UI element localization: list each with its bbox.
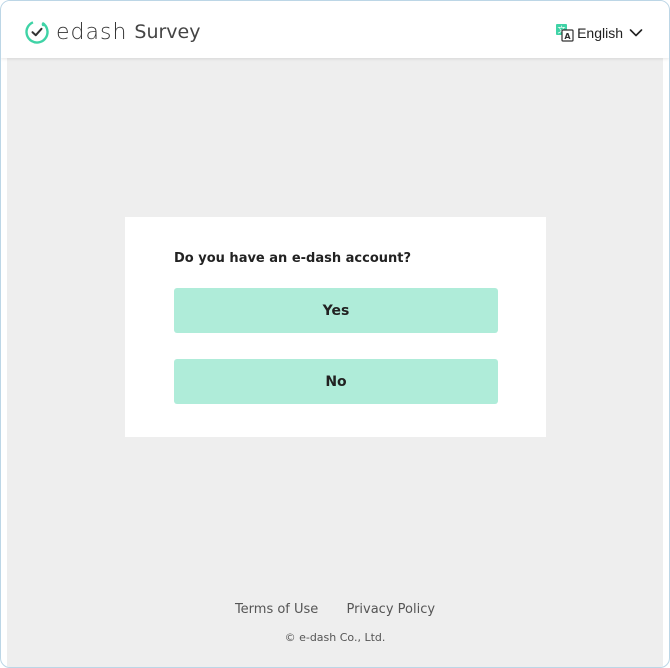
survey-question: Do you have an e-dash account? xyxy=(174,251,412,266)
edash-logo-icon xyxy=(25,20,49,44)
content-area: Do you have an e-dash account? Yes No Te… xyxy=(7,58,663,667)
language-selector[interactable]: 文 A English xyxy=(555,23,643,43)
terms-of-use-link[interactable]: Terms of Use xyxy=(235,602,318,617)
survey-card: Do you have an e-dash account? Yes No xyxy=(125,217,546,437)
brand-suffix: Survey xyxy=(134,21,201,43)
translate-icon: 文 A xyxy=(556,24,574,42)
brand-name: edash xyxy=(56,19,128,45)
brand-logo[interactable]: edash Survey xyxy=(24,19,200,45)
top-bar: edash Survey 文 A English xyxy=(1,1,669,58)
svg-text:A: A xyxy=(564,32,571,41)
copyright-text: © e-dash Co., Ltd. xyxy=(284,631,386,644)
no-button[interactable]: No xyxy=(174,359,498,404)
footer-links: Terms of Use Privacy Policy xyxy=(7,602,663,617)
yes-button[interactable]: Yes xyxy=(174,288,498,333)
app-window: edash Survey 文 A English Do you have an … xyxy=(0,0,670,668)
language-label: English xyxy=(577,25,623,41)
chevron-down-icon xyxy=(629,29,643,37)
privacy-policy-link[interactable]: Privacy Policy xyxy=(346,602,435,617)
